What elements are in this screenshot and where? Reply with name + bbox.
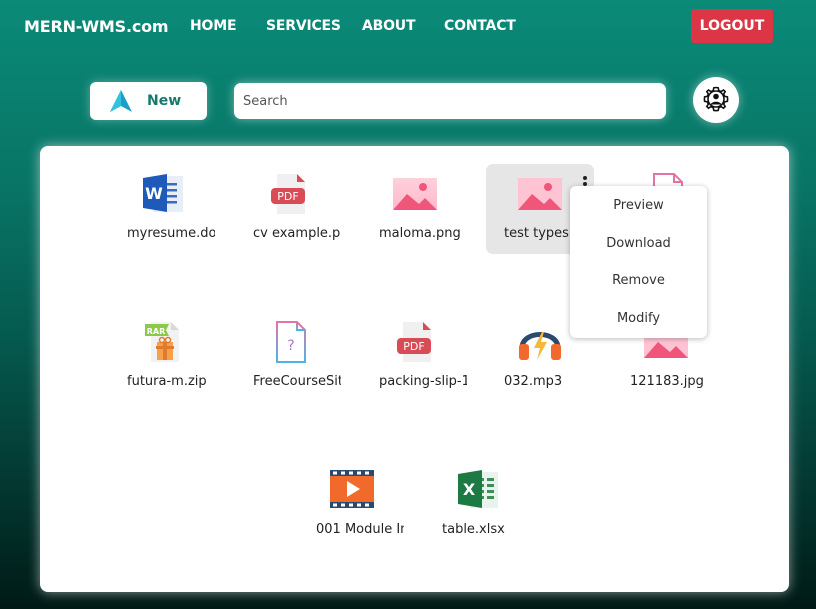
- nav-services[interactable]: SERVICES: [266, 18, 341, 34]
- pdf-icon: PDF: [271, 174, 305, 214]
- unknown-file-icon: ?: [276, 321, 306, 363]
- video-icon: [330, 470, 374, 508]
- file-item[interactable]: PDF packing-slip-1: [361, 312, 469, 402]
- svg-text:PDF: PDF: [403, 340, 424, 353]
- file-item[interactable]: ? FreeCourseSite: [235, 312, 343, 402]
- file-name: myresume.doc: [127, 226, 215, 241]
- file-item[interactable]: PDF cv example.pdf: [235, 164, 343, 254]
- menu-preview[interactable]: Preview: [570, 198, 707, 213]
- svg-text:W: W: [145, 184, 163, 203]
- nav-home[interactable]: HOME: [190, 18, 237, 34]
- new-button-label: New: [147, 93, 182, 109]
- menu-remove[interactable]: Remove: [570, 273, 707, 288]
- pdf-icon: PDF: [397, 322, 431, 362]
- menu-download[interactable]: Download: [570, 236, 707, 251]
- file-item[interactable]: X table.xlsx: [424, 460, 532, 550]
- context-menu: Preview Download Remove Modify: [570, 186, 707, 338]
- headphones-icon: [519, 332, 561, 360]
- brand-title[interactable]: MERN-WMS.com: [24, 17, 169, 36]
- file-name: FreeCourseSite: [253, 374, 341, 389]
- file-name: maloma.png: [379, 226, 461, 241]
- file-item[interactable]: W myresume.doc: [109, 164, 217, 254]
- settings-button[interactable]: [693, 77, 739, 123]
- file-name: 121183.jpg: [630, 374, 704, 389]
- svg-text:RAR: RAR: [147, 327, 166, 336]
- new-arrow-icon: [110, 90, 132, 112]
- svg-text:PDF: PDF: [277, 190, 298, 203]
- user-gear-icon: [703, 86, 729, 112]
- file-item[interactable]: 001 Module Intro: [298, 460, 406, 550]
- image-icon: [393, 178, 437, 210]
- file-name: 001 Module Intro: [316, 522, 404, 537]
- file-name: futura-m.zip: [127, 374, 207, 389]
- navbar: MERN-WMS.com HOME SERVICES ABOUT CONTACT…: [0, 0, 816, 52]
- file-name: table.xlsx: [442, 522, 505, 537]
- svg-text:X: X: [463, 480, 476, 499]
- word-doc-icon: W: [143, 174, 183, 212]
- svg-text:?: ?: [287, 338, 294, 354]
- menu-modify[interactable]: Modify: [570, 311, 707, 326]
- nav-contact[interactable]: CONTACT: [444, 18, 516, 34]
- file-item[interactable]: RAR futura-m.zip: [109, 312, 217, 402]
- image-icon: [518, 178, 562, 210]
- excel-icon: X: [458, 470, 498, 508]
- nav-about[interactable]: ABOUT: [362, 18, 416, 34]
- logout-button[interactable]: LOGOUT: [691, 9, 773, 43]
- file-item[interactable]: maloma.png: [361, 164, 469, 254]
- file-name: cv example.pdf: [253, 226, 341, 241]
- rar-archive-icon: RAR: [145, 322, 179, 362]
- file-name: packing-slip-1: [379, 374, 467, 389]
- file-name: 032.mp3: [504, 374, 563, 389]
- search-input[interactable]: [234, 83, 666, 119]
- new-button[interactable]: New: [90, 82, 207, 120]
